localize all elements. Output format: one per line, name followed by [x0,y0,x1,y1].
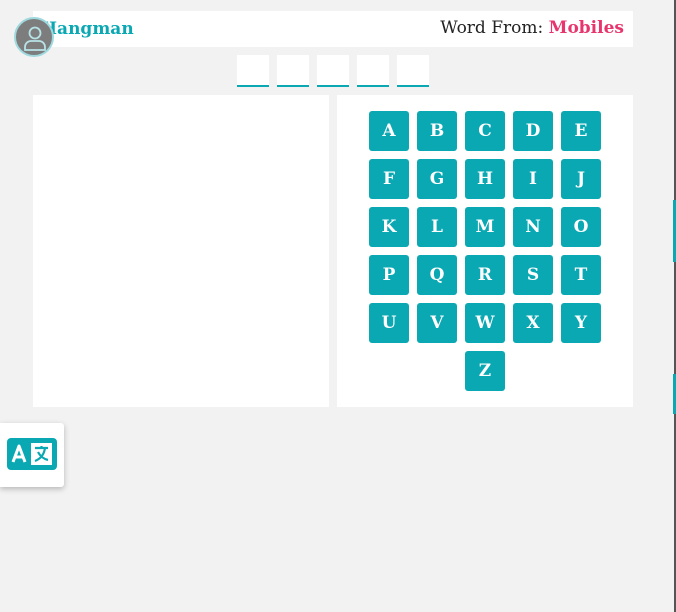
word-from-label: Word From: [440,18,544,38]
letter-key-k[interactable]: K [369,207,409,247]
letter-key-b[interactable]: B [417,111,457,151]
letter-slot [317,55,349,87]
letter-key-z[interactable]: Z [465,351,505,391]
letter-key-j[interactable]: J [561,159,601,199]
letter-slot [357,55,389,87]
letter-key-h[interactable]: H [465,159,505,199]
word-source: Word From: Mobiles [440,18,624,38]
letter-key-d[interactable]: D [513,111,553,151]
user-avatar[interactable] [14,17,54,57]
letter-key-q[interactable]: Q [417,255,457,295]
translate-icon [11,443,52,465]
header-bar: Hangman Word From: Mobiles [33,11,633,47]
translate-widget [0,423,64,487]
letter-key-g[interactable]: G [417,159,457,199]
letter-key-n[interactable]: N [513,207,553,247]
letter-key-s[interactable]: S [513,255,553,295]
app-title: Hangman [41,19,134,39]
letter-key-a[interactable]: A [369,111,409,151]
letter-key-r[interactable]: R [465,255,505,295]
word-slots [237,55,429,87]
keyboard-panel: ABCDE FGHIJ KLMNO PQRST UVWXY Z [337,95,633,407]
letter-key-m[interactable]: M [465,207,505,247]
letter-key-f[interactable]: F [369,159,409,199]
letter-key-e[interactable]: E [561,111,601,151]
letter-key-t[interactable]: T [561,255,601,295]
letter-key-i[interactable]: I [513,159,553,199]
letter-key-u[interactable]: U [369,303,409,343]
letter-keyboard: ABCDE FGHIJ KLMNO PQRST UVWXY Z [369,111,601,391]
letter-key-c[interactable]: C [465,111,505,151]
user-icon [24,26,46,51]
letter-slot [237,55,269,87]
letter-slot [277,55,309,87]
letter-key-l[interactable]: L [417,207,457,247]
hangman-drawing-area [33,95,329,407]
letter-key-o[interactable]: O [561,207,601,247]
letter-key-y[interactable]: Y [561,303,601,343]
translate-button[interactable] [7,438,57,470]
letter-slot [397,55,429,87]
word-category: Mobiles [548,18,624,38]
letter-key-p[interactable]: P [369,255,409,295]
letter-key-v[interactable]: V [417,303,457,343]
letter-key-w[interactable]: W [465,303,505,343]
letter-key-x[interactable]: X [513,303,553,343]
